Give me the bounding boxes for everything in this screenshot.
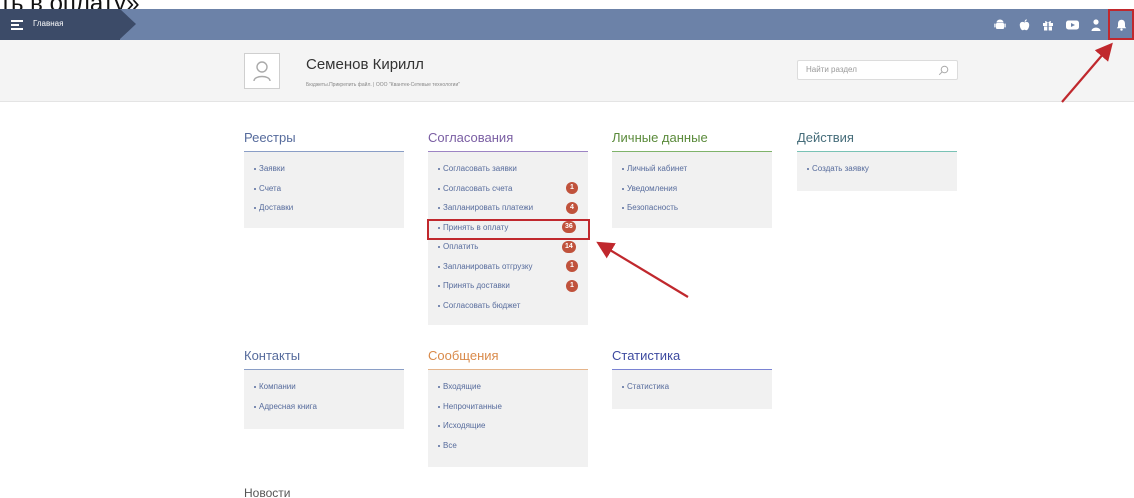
item-label: Согласовать счета (443, 183, 513, 193)
item-label: Запланировать платежи (443, 203, 534, 212)
item-label: Согласовать заявки (443, 164, 517, 173)
section-body: Компании Адресная книга (244, 370, 404, 429)
link-statistics[interactable]: Статистика (612, 377, 772, 397)
section-title: Контакты (244, 346, 404, 370)
apple-icon[interactable] (1012, 9, 1036, 40)
count-badge: 1 (566, 182, 578, 194)
link-notifications[interactable]: Уведомления (612, 179, 772, 199)
gift-icon[interactable] (1036, 9, 1060, 40)
highlight-box (427, 219, 590, 240)
section-statistics: Статистика Статистика (612, 346, 772, 409)
user-placeholder-icon (253, 61, 271, 82)
item-label: Запланировать отгрузку (443, 261, 533, 271)
link-unread[interactable]: Непрочитанные (428, 397, 588, 417)
section-title: Реестры (244, 128, 404, 152)
search-box (797, 60, 958, 80)
section-registries: Реестры Заявки Счета Доставки (244, 128, 404, 228)
link-deliveries[interactable]: Доставки (244, 198, 404, 218)
search-icon[interactable] (938, 65, 949, 76)
count-badge: 1 (566, 260, 578, 272)
link-personal-cabinet[interactable]: Личный кабинет (612, 159, 772, 179)
link-approve-invoices[interactable]: Согласовать счета 1 (428, 179, 588, 199)
link-accept-deliveries[interactable]: Принять доставки 1 (428, 276, 588, 296)
link-approve-budget[interactable]: Согласовать бюджет (428, 296, 588, 316)
section-body: Создать заявку (797, 152, 957, 191)
count-badge: 4 (566, 201, 578, 214)
profile-header: Семенов Кирилл Бюджеты.Прикрепить файл. … (0, 40, 1134, 102)
section-contacts: Контакты Компании Адресная книга (244, 346, 404, 429)
link-plan-shipment[interactable]: Запланировать отгрузку 1 (428, 257, 588, 277)
section-body: Заявки Счета Доставки (244, 152, 404, 228)
item-label: Оплатить (443, 242, 479, 251)
section-title: Согласования (428, 128, 588, 152)
section-actions: Действия Создать заявку (797, 128, 957, 191)
count-badge: 14 (562, 240, 576, 253)
section-title: Статистика (612, 346, 772, 370)
link-security[interactable]: Безопасность (612, 198, 772, 218)
link-address-book[interactable]: Адресная книга (244, 397, 404, 417)
top-navbar: Главная (0, 9, 1134, 40)
count-badge: 1 (566, 279, 578, 292)
menu-icon[interactable] (11, 20, 23, 30)
link-invoices[interactable]: Счета (244, 179, 404, 199)
link-outbox[interactable]: Исходящие (428, 416, 588, 436)
item-label: Согласовать бюджет (443, 300, 521, 310)
link-plan-payments[interactable]: Запланировать платежи 4 (428, 198, 588, 218)
user-subtitle: Бюджеты.Прикрепить файл. | ООО "Квантек-… (306, 82, 461, 88)
section-body: Статистика (612, 370, 772, 409)
section-title: Действия (797, 128, 957, 152)
link-requests[interactable]: Заявки (244, 159, 404, 179)
topbar-icons (988, 9, 1134, 40)
youtube-icon[interactable] (1060, 9, 1084, 40)
android-icon[interactable] (988, 9, 1012, 40)
arrow-to-accept-payment (596, 241, 689, 298)
user-icon[interactable] (1084, 9, 1108, 40)
section-messages: Сообщения Входящие Непрочитанные Исходящ… (428, 346, 588, 467)
news-heading: Новости (244, 486, 291, 498)
section-title: Личные данные (612, 128, 772, 152)
bell-icon (1116, 19, 1126, 31)
page: ть в оплату» Главная (0, 0, 1134, 498)
avatar[interactable] (244, 53, 280, 89)
section-personal: Личные данные Личный кабинет Уведомления… (612, 128, 772, 228)
section-body: Личный кабинет Уведомления Безопасность (612, 152, 772, 228)
search-input[interactable] (806, 65, 936, 74)
link-approve-requests[interactable]: Согласовать заявки (428, 159, 588, 179)
home-tab[interactable]: Главная (0, 9, 136, 40)
link-all[interactable]: Все (428, 436, 588, 456)
link-create-request[interactable]: Создать заявку (797, 159, 957, 179)
home-label: Главная (33, 19, 64, 28)
section-body: Входящие Непрочитанные Исходящие Все (428, 370, 588, 467)
item-label: Принять доставки (443, 281, 510, 290)
link-inbox[interactable]: Входящие (428, 377, 588, 397)
section-title: Сообщения (428, 346, 588, 370)
link-companies[interactable]: Компании (244, 377, 404, 397)
notifications-button[interactable] (1108, 9, 1134, 40)
user-name[interactable]: Семенов Кирилл (306, 56, 424, 73)
